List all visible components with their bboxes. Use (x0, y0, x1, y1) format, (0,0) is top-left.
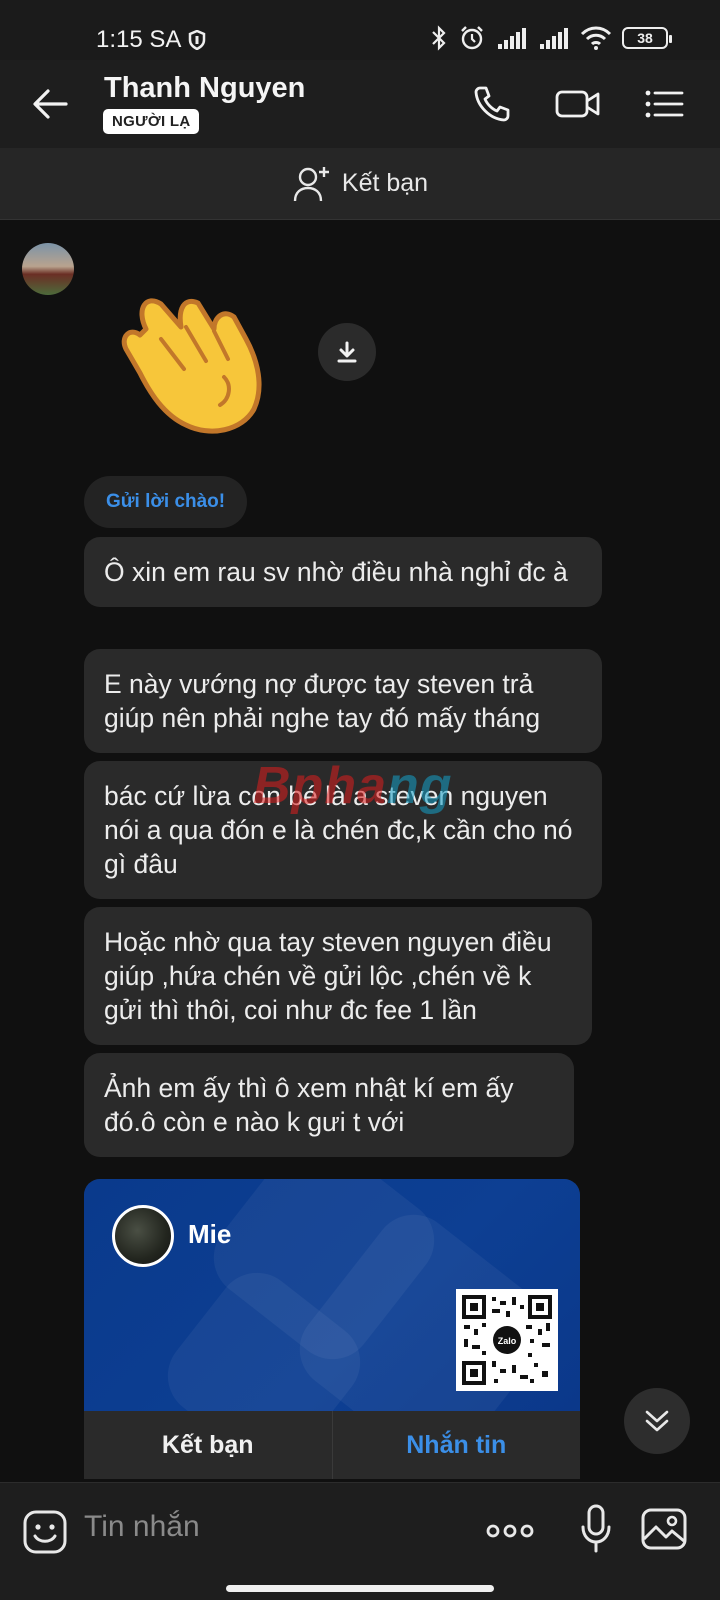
download-button[interactable] (318, 323, 376, 381)
battery-indicator: 38 (622, 27, 672, 49)
svg-text:Zalo: Zalo (498, 1336, 517, 1346)
status-bar: 1:15 SA 38 (0, 0, 720, 60)
chat-header: Thanh Nguyen NGƯỜI LẠ (0, 60, 720, 148)
scroll-to-bottom-button[interactable] (624, 1388, 690, 1454)
message-bubble[interactable]: bác cứ lừa con bé là a steven nguyen nói… (84, 761, 602, 899)
contact-card[interactable]: Mie Zalo Kết bạn Nhắn tin (84, 1179, 580, 1479)
sticker-emoji-icon[interactable] (22, 1509, 68, 1555)
signal-icon-2 (540, 28, 568, 49)
add-user-icon (293, 166, 329, 201)
microphone-icon[interactable] (578, 1503, 614, 1555)
stranger-badge: NGƯỜI LẠ (103, 109, 200, 134)
message-input-bar: Tin nhắn (0, 1482, 720, 1600)
message-bubble[interactable]: Ô xin em rau sv nhờ điều nhà nghỉ đc à (84, 537, 602, 607)
home-indicator[interactable] (226, 1585, 494, 1592)
image-gallery-icon[interactable] (640, 1505, 688, 1553)
more-options-icon[interactable] (484, 1513, 536, 1549)
card-add-friend-button[interactable]: Kết bạn (84, 1411, 333, 1479)
double-chevron-down-icon (645, 1410, 669, 1432)
contact-card-avatar (112, 1205, 174, 1267)
signal-icon-1 (498, 28, 526, 49)
message-bubble[interactable]: E này vướng nợ được tay steven trả giúp … (84, 649, 602, 753)
card-message-button[interactable]: Nhắn tin (333, 1411, 581, 1479)
sender-avatar[interactable] (22, 243, 74, 295)
download-icon (337, 341, 357, 363)
bluetooth-icon (432, 25, 446, 51)
send-greeting-button[interactable]: Gửi lời chào! (84, 476, 248, 528)
qr-code-image: Zalo (462, 1295, 552, 1385)
add-friend-label: Kết bạn (341, 169, 429, 197)
contact-card-header: Mie Zalo (84, 1179, 580, 1411)
back-arrow-icon[interactable] (30, 82, 70, 126)
video-call-icon[interactable] (554, 80, 602, 128)
contact-card-actions: Kết bạn Nhắn tin (84, 1411, 580, 1479)
status-icons: 38 (430, 24, 672, 52)
waving-hand-sticker[interactable] (106, 269, 276, 439)
contact-card-name: Mie (188, 1219, 232, 1249)
chat-area[interactable]: Gửi lời chào! Ô xin em rau sv nhờ điều n… (0, 221, 720, 1481)
phone-call-icon[interactable] (468, 80, 516, 128)
contact-name[interactable]: Thanh Nguyen (104, 72, 305, 105)
wifi-icon (580, 26, 612, 50)
message-bubble[interactable]: Hoặc nhờ qua tay steven nguyen điều giúp… (84, 907, 592, 1045)
menu-list-icon[interactable] (640, 80, 688, 128)
message-input[interactable]: Tin nhắn (84, 1510, 200, 1544)
qr-code: Zalo (456, 1289, 558, 1391)
status-time: 1:15 SA (96, 26, 182, 53)
alarm-icon (461, 26, 483, 50)
add-friend-banner[interactable]: Kết bạn (0, 148, 720, 220)
message-bubble[interactable]: Ảnh em ấy thì ô xem nhật kí em ấy đó.ô c… (84, 1053, 574, 1157)
shield-icon (188, 30, 206, 50)
